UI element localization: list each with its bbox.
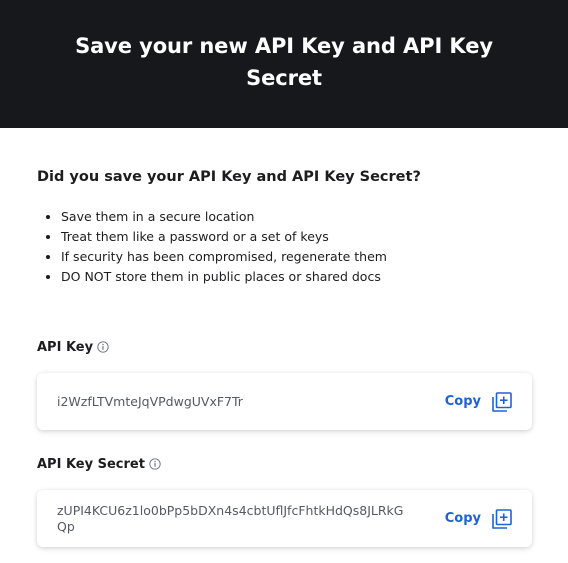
- modal-header: Save your new API Key and API Key Secret: [0, 0, 568, 128]
- api-key-secret-label: API Key Secret: [37, 456, 145, 472]
- api-key-secret-card: zUPI4KCU6z1lo0bPp5bDXn4s4cbtUflJfcFhtkHd…: [37, 490, 532, 547]
- api-key-card: i2WzfLTVmteJqVPdwgUVxF7Tr Copy: [37, 373, 532, 430]
- save-question: Did you save your API Key and API Key Se…: [37, 169, 421, 185]
- copy-icon: [491, 391, 513, 413]
- api-key-label: API Key: [37, 339, 94, 355]
- copy-api-key-secret-button[interactable]: Copy: [445, 508, 513, 530]
- modal-content: Did you save your API Key and API Key Se…: [0, 128, 568, 547]
- info-icon[interactable]: [97, 341, 109, 353]
- copy-api-key-button[interactable]: Copy: [445, 391, 513, 413]
- security-tips-list: Save them in a secure location Treat the…: [37, 207, 531, 287]
- copy-icon: [491, 508, 513, 530]
- api-key-secret-label-row: API Key Secret: [37, 454, 531, 474]
- tip-item: DO NOT store them in public places or sh…: [61, 267, 531, 287]
- copy-label: Copy: [444, 394, 481, 409]
- tip-item: If security has been compromised, regene…: [61, 247, 531, 267]
- copy-label: Copy: [444, 511, 481, 526]
- api-key-label-row: API Key: [37, 337, 531, 357]
- tip-item: Treat them like a password or a set of k…: [61, 227, 531, 247]
- api-key-value[interactable]: i2WzfLTVmteJqVPdwgUVxF7Tr: [57, 394, 243, 410]
- tip-item: Save them in a secure location: [61, 207, 531, 227]
- info-icon[interactable]: [149, 458, 161, 470]
- modal-title: Save your new API Key and API Key Secret: [75, 34, 493, 90]
- api-key-secret-value[interactable]: zUPI4KCU6z1lo0bPp5bDXn4s4cbtUflJfcFhtkHd…: [57, 503, 412, 535]
